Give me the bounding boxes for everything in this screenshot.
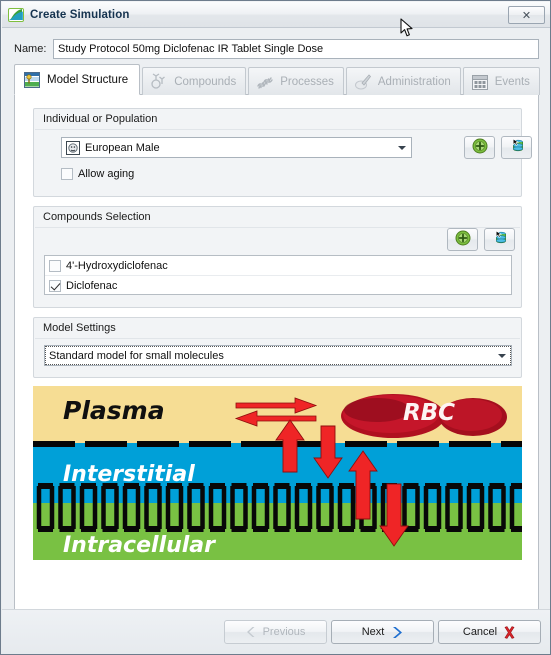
window-client-area: Name: Model Structure bbox=[2, 28, 550, 654]
tab-label: Model Structure bbox=[47, 73, 129, 86]
load-from-database-icon bbox=[508, 138, 526, 157]
tab-compounds[interactable]: Compounds bbox=[142, 67, 247, 95]
app-logo-icon bbox=[8, 7, 24, 23]
load-from-database-icon bbox=[491, 230, 509, 249]
tab-events[interactable]: Events bbox=[462, 67, 540, 95]
load-individual-from-database-button[interactable] bbox=[501, 136, 532, 159]
chevron-right-icon bbox=[390, 626, 403, 639]
dialog-footer: Previous Next Cancel bbox=[2, 609, 550, 654]
events-icon bbox=[470, 72, 490, 92]
compound-label: 4'-Hydroxydiclofenac bbox=[66, 259, 168, 272]
rbc-cells: RBC bbox=[341, 394, 507, 438]
group-title: Individual or Population bbox=[43, 113, 158, 125]
processes-icon bbox=[255, 72, 275, 92]
list-item[interactable]: 4'-Hydroxydiclofenac bbox=[45, 256, 511, 276]
load-compound-from-database-button[interactable] bbox=[484, 228, 515, 251]
name-row: Name: bbox=[14, 38, 539, 59]
divider bbox=[35, 129, 520, 130]
interstitial-label: Interstitial bbox=[63, 462, 195, 487]
intracellular-label: Intracellular bbox=[63, 533, 216, 558]
cancel-button[interactable]: Cancel bbox=[438, 620, 541, 644]
model-settings-group: Model Settings Standard model for small … bbox=[33, 317, 522, 378]
tab-administration[interactable]: Administration bbox=[345, 67, 461, 95]
individual-icon bbox=[66, 140, 80, 155]
previous-button[interactable]: Previous bbox=[224, 620, 327, 644]
close-button[interactable]: ✕ bbox=[508, 6, 545, 24]
individual-combo-value: European Male bbox=[85, 141, 160, 154]
checkbox-box[interactable] bbox=[49, 259, 61, 272]
button-label: Next bbox=[361, 626, 385, 638]
simulation-name-input[interactable] bbox=[53, 38, 539, 59]
window-title: Create Simulation bbox=[30, 8, 130, 21]
allow-aging-label: Allow aging bbox=[78, 168, 135, 180]
compound-label: Diclofenac bbox=[66, 279, 118, 292]
tab-model-structure[interactable]: Model Structure bbox=[14, 64, 141, 95]
add-individual-button[interactable] bbox=[464, 136, 495, 159]
group-title: Model Settings bbox=[43, 322, 116, 334]
tab-label: Compounds bbox=[174, 75, 237, 88]
individual-or-population-group: Individual or Population European Male A… bbox=[33, 108, 532, 197]
mouse-cursor bbox=[400, 18, 413, 37]
plasma-label: Plasma bbox=[63, 396, 165, 425]
model-structure-tab-page: Individual or Population European Male A… bbox=[14, 94, 539, 631]
pbpk-model-structure-diagram: RBC Plasma Interstitial Intracellular bbox=[33, 386, 522, 560]
checkbox-box[interactable] bbox=[49, 279, 61, 292]
list-item[interactable]: Diclofenac bbox=[45, 276, 511, 294]
green-plus-icon bbox=[472, 138, 488, 157]
green-plus-icon bbox=[455, 230, 471, 249]
divider bbox=[35, 338, 520, 339]
model-structure-icon bbox=[22, 70, 42, 90]
individual-combo-box[interactable]: European Male bbox=[61, 137, 412, 158]
button-label: Previous bbox=[262, 626, 306, 638]
tab-label: Administration bbox=[377, 75, 451, 88]
rbc-label: RBC bbox=[403, 400, 455, 426]
model-settings-combo-box[interactable]: Standard model for small molecules bbox=[44, 345, 512, 366]
title-bar: Create Simulation ✕ bbox=[2, 2, 550, 28]
chevron-down-icon bbox=[398, 145, 406, 150]
create-simulation-window: Create Simulation ✕ Name: Study Protocol… bbox=[0, 0, 551, 655]
administration-icon bbox=[353, 72, 373, 92]
compounds-list[interactable]: 4'-Hydroxydiclofenac Diclofenac bbox=[44, 255, 512, 295]
model-settings-value: Standard model for small molecules bbox=[49, 349, 224, 362]
chevron-down-icon bbox=[498, 353, 506, 358]
next-button[interactable]: Next bbox=[331, 620, 434, 644]
checkbox-box bbox=[61, 168, 73, 180]
name-label: Name: bbox=[14, 42, 47, 55]
chevron-left-icon bbox=[246, 626, 257, 638]
tab-label: Processes bbox=[280, 75, 334, 88]
add-compound-button[interactable] bbox=[447, 228, 478, 251]
tab-label: Events bbox=[494, 75, 530, 88]
compounds-icon bbox=[149, 72, 169, 92]
red-x-icon bbox=[503, 625, 516, 639]
allow-aging-checkbox[interactable]: Allow aging bbox=[61, 166, 134, 182]
group-title: Compounds Selection bbox=[43, 211, 151, 223]
button-label: Cancel bbox=[462, 626, 498, 638]
compounds-selection-group: Compounds Selection 4'-Hydroxydiclofenac… bbox=[33, 206, 522, 308]
tab-strip: Model Structure Compounds Processes Admi… bbox=[14, 64, 540, 95]
tab-processes[interactable]: Processes bbox=[248, 67, 344, 95]
